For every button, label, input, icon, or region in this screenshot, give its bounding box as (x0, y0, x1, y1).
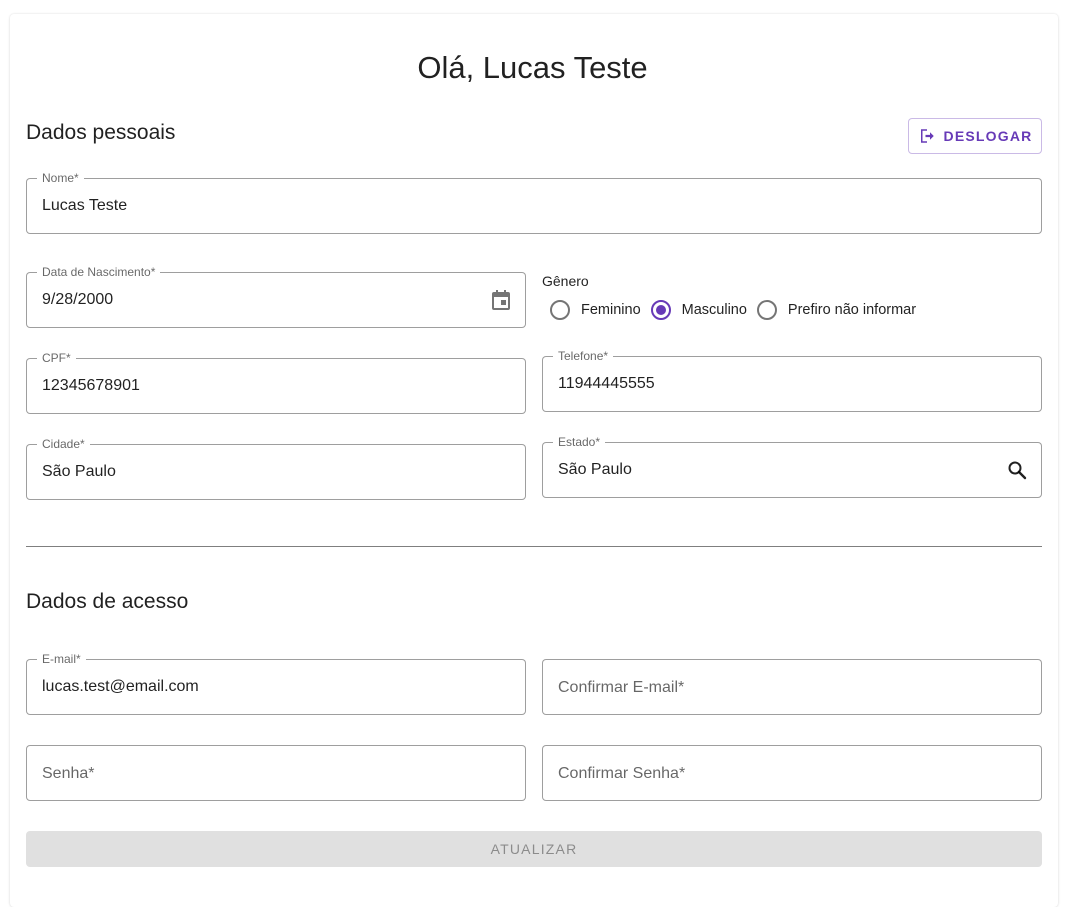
birthdate-field[interactable]: Data de Nascimento* 9/28/2000 (26, 265, 526, 328)
name-field[interactable]: Nome* Lucas Teste (26, 171, 1042, 234)
birthdate-value: 9/28/2000 (42, 291, 114, 308)
gender-option-nao-informar[interactable]: Prefiro não informar (756, 300, 917, 320)
password-placeholder: Senha* (42, 765, 95, 782)
name-value: Lucas Teste (42, 197, 128, 214)
gender-label: Gênero (542, 273, 589, 289)
confirm-password-field[interactable]: Confirmar Senha* (542, 745, 1042, 801)
section-divider (26, 546, 1042, 547)
access-section-title: Dados de acesso (26, 590, 189, 613)
gender-option-label: Masculino (681, 302, 747, 318)
phone-field[interactable]: Telefone* 11944445555 (542, 349, 1042, 412)
gender-option-masculino[interactable]: Masculino (650, 300, 747, 320)
gender-option-label: Prefiro não informar (787, 302, 917, 318)
cpf-field[interactable]: CPF* 12345678901 (26, 351, 526, 414)
gender-option-feminino[interactable]: Feminino (550, 300, 641, 320)
state-value: São Paulo (558, 461, 632, 478)
confirm-email-field[interactable]: Confirmar E-mail* (542, 659, 1042, 715)
phone-value: 11944445555 (558, 375, 655, 392)
update-button[interactable]: ATUALIZAR (26, 831, 1042, 867)
email-value: lucas.test@email.com (42, 678, 199, 695)
personal-section-title: Dados pessoais (26, 121, 176, 144)
gender-option-label: Feminino (581, 302, 641, 318)
radio-unchecked-icon (756, 300, 777, 320)
logout-button[interactable]: DESLOGAR (908, 118, 1042, 154)
radio-checked-icon (650, 300, 671, 320)
logout-label: DESLOGAR (943, 128, 1033, 144)
gender-radio-group: Feminino Masculino Prefiro não informar (550, 300, 926, 320)
city-value: São Paulo (42, 463, 116, 480)
page-title: Olá, Lucas Teste (417, 50, 648, 85)
email-field[interactable]: E-mail* lucas.test@email.com (26, 652, 526, 715)
radio-unchecked-icon (550, 300, 570, 320)
city-field[interactable]: Cidade* São Paulo (26, 437, 526, 500)
confirm-password-placeholder: Confirmar Senha* (558, 765, 686, 782)
confirm-email-placeholder: Confirmar E-mail* (558, 679, 685, 696)
password-field[interactable]: Senha* (26, 745, 526, 801)
state-field[interactable]: Estado* São Paulo (542, 435, 1042, 498)
logout-icon (920, 129, 934, 143)
calendar-icon[interactable] (489, 288, 513, 312)
cpf-value: 12345678901 (42, 377, 140, 394)
search-icon[interactable] (1005, 458, 1029, 482)
